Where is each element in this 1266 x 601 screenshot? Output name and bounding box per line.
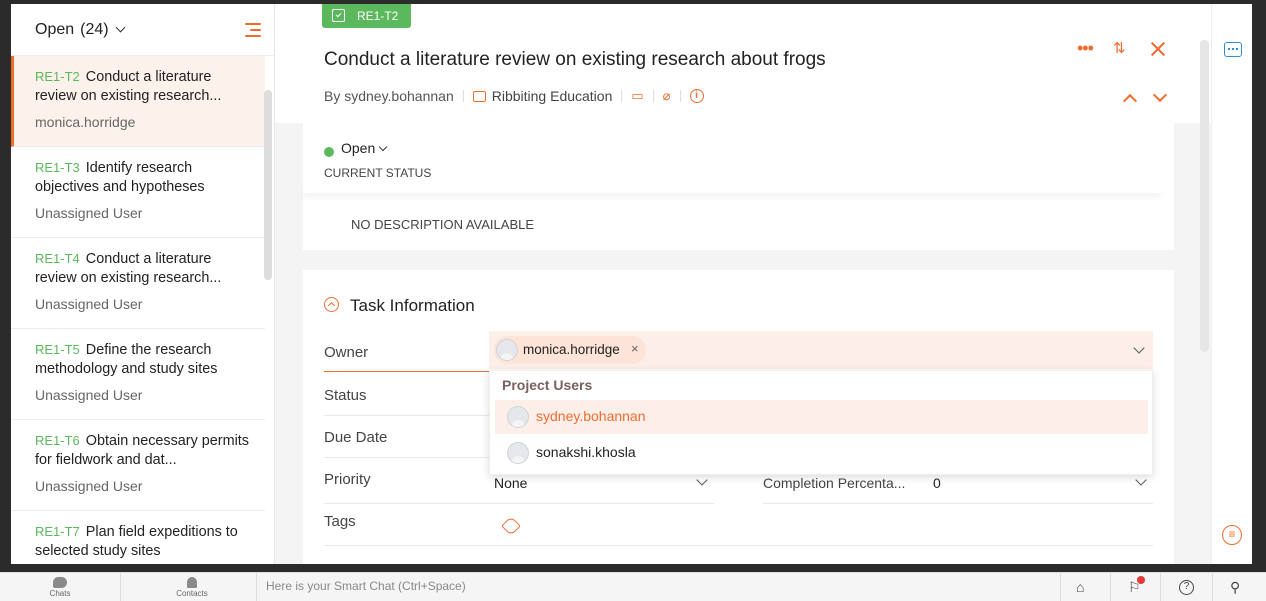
status-card: Open CURRENT STATUS NO DESCRIPTION AVAIL… — [303, 123, 1174, 250]
task-list-header: Open (24) — [11, 4, 274, 56]
chats-label: Chats — [49, 589, 71, 598]
avatar — [507, 406, 529, 428]
task-owner: Unassigned User — [35, 387, 143, 403]
clipboard-icon — [332, 9, 345, 22]
section-title: Task Information — [350, 296, 475, 315]
chevron-down-icon — [115, 22, 126, 33]
task-id: RE1-T6 — [35, 433, 80, 448]
status-dropdown[interactable]: Open — [341, 140, 388, 156]
completion-label: Completion Percenta... — [763, 475, 906, 491]
task-id: RE1-T4 — [35, 251, 80, 266]
chevron-down-icon[interactable] — [696, 474, 708, 486]
list-item[interactable]: RE1-T4 Conduct a literature review on exi… — [11, 238, 265, 329]
window-frame-bottom — [0, 564, 1266, 572]
status-dot — [324, 147, 334, 157]
list-item[interactable]: RE1-T2 Conduct a literature review on exi… — [11, 56, 265, 147]
search-icon[interactable]: ⚲ — [1230, 579, 1240, 596]
task-tag-label: RE1-T2 — [357, 9, 399, 23]
bottom-taskbar: Chats Contacts Here is your Smart Chat (… — [0, 572, 1266, 601]
contacts-label: Contacts — [176, 589, 208, 598]
close-icon[interactable] — [1149, 40, 1167, 58]
avatar — [507, 442, 529, 464]
briefcase-icon — [472, 90, 486, 102]
task-id: RE1-T2 — [35, 69, 80, 84]
more-icon[interactable]: ••• — [1077, 38, 1094, 59]
task-owner: Unassigned User — [35, 478, 143, 494]
remove-owner-icon[interactable]: × — [631, 341, 639, 356]
task-meta: By sydney.bohannan Ribbiting Education ▭… — [324, 88, 704, 104]
right-rail: ≡ — [1211, 4, 1252, 564]
attachment-icon[interactable]: ⌀ — [663, 88, 671, 104]
detail-scrollbar[interactable] — [1200, 40, 1209, 352]
dropdown-header: Project Users — [502, 377, 593, 393]
collapse-icon[interactable] — [324, 297, 339, 312]
completion-dropdown[interactable]: 0 — [933, 475, 941, 491]
priority-dropdown[interactable]: None — [494, 475, 527, 491]
project-link[interactable]: Ribbiting Education — [492, 88, 613, 104]
notification-badge — [1137, 576, 1145, 584]
list-item[interactable]: RE1-T3 Identify research objectives and h… — [11, 147, 265, 238]
window-frame-left — [0, 0, 11, 572]
filter-label: Open — [35, 21, 75, 38]
collapse-panel-icon[interactable]: ≡ — [1222, 525, 1242, 545]
task-id-tag: RE1-T2 — [322, 4, 411, 28]
menu-icon[interactable] — [245, 23, 261, 37]
chevron-up-icon[interactable] — [1122, 93, 1138, 109]
smart-chat-input[interactable]: Here is your Smart Chat (Ctrl+Space) — [266, 579, 466, 593]
status-filter-dropdown[interactable]: Open (24) — [35, 21, 126, 39]
owner-dropdown-menu: Project Users sydney.bohannan sonakshi.k… — [489, 370, 1153, 475]
owner-label: Owner — [324, 344, 369, 361]
option-label: sydney.bohannan — [536, 408, 646, 424]
help-icon[interactable]: ? — [1179, 580, 1194, 595]
contacts-icon — [187, 577, 197, 588]
chat-icon — [53, 577, 67, 588]
task-list-scrollbar[interactable] — [264, 90, 272, 280]
list-item[interactable]: RE1-T5 Define the research methodology an… — [11, 329, 265, 420]
priority-label: Priority — [324, 471, 371, 488]
chevron-down-icon[interactable] — [1135, 474, 1147, 486]
task-list: RE1-T2 Conduct a literature review on exi… — [11, 56, 265, 564]
dropdown-option-sydney[interactable]: sydney.bohannan — [495, 400, 1148, 434]
comment-icon[interactable]: ▭ — [631, 88, 643, 104]
chats-button[interactable]: Chats — [48, 577, 72, 598]
due-date-label: Due Date — [324, 429, 388, 446]
task-owner: Unassigned User — [35, 205, 143, 221]
task-id: RE1-T3 — [35, 160, 80, 175]
owner-field[interactable]: monica.horridge × — [489, 331, 1153, 369]
dropdown-option-sonakshi[interactable]: sonakshi.khosla — [495, 436, 1148, 470]
people-icon[interactable]: ⌂ — [1076, 579, 1084, 595]
task-id: RE1-T5 — [35, 342, 80, 357]
share-icon[interactable]: ⇅ — [1113, 39, 1126, 57]
task-id: RE1-T7 — [35, 524, 80, 539]
owner-chip-name: monica.horridge — [523, 342, 620, 357]
list-item[interactable]: RE1-T6 Obtain necessary permits for field… — [11, 420, 265, 511]
status-value: Open — [341, 140, 376, 156]
chevron-down-icon[interactable] — [1152, 87, 1168, 103]
tags-label: Tags — [324, 513, 356, 530]
contacts-button[interactable]: Contacts — [172, 577, 212, 598]
filter-count: (24) — [80, 21, 109, 38]
window-frame-right — [1252, 0, 1266, 572]
chevron-down-icon — [379, 142, 388, 152]
status-field-label: Status — [324, 387, 367, 404]
task-owner: monica.horridge — [35, 114, 136, 130]
option-label: sonakshi.khosla — [536, 444, 636, 460]
chat-icon[interactable] — [1224, 42, 1242, 57]
avatar — [496, 339, 518, 361]
task-owner: Unassigned User — [35, 296, 143, 312]
tag-icon[interactable] — [501, 516, 521, 536]
chevron-down-icon[interactable] — [1133, 342, 1145, 354]
owner-chip: monica.horridge × — [494, 336, 646, 364]
description-text: NO DESCRIPTION AVAILABLE — [351, 217, 535, 232]
page-title: Conduct a literature review on existing … — [324, 49, 826, 70]
task-author: By sydney.bohannan — [324, 88, 454, 104]
task-detail-panel: RE1-T2 Conduct a literature review on ex… — [275, 4, 1211, 564]
task-list-panel: Open (24) RE1-T2 Conduct a literature revi… — [11, 4, 275, 564]
task-header: RE1-T2 Conduct a literature review on ex… — [275, 4, 1211, 123]
list-item[interactable]: RE1-T7 Plan field expeditions to selected… — [11, 511, 265, 564]
info-icon[interactable]: i — [689, 89, 704, 103]
current-status-label: CURRENT STATUS — [324, 166, 432, 180]
